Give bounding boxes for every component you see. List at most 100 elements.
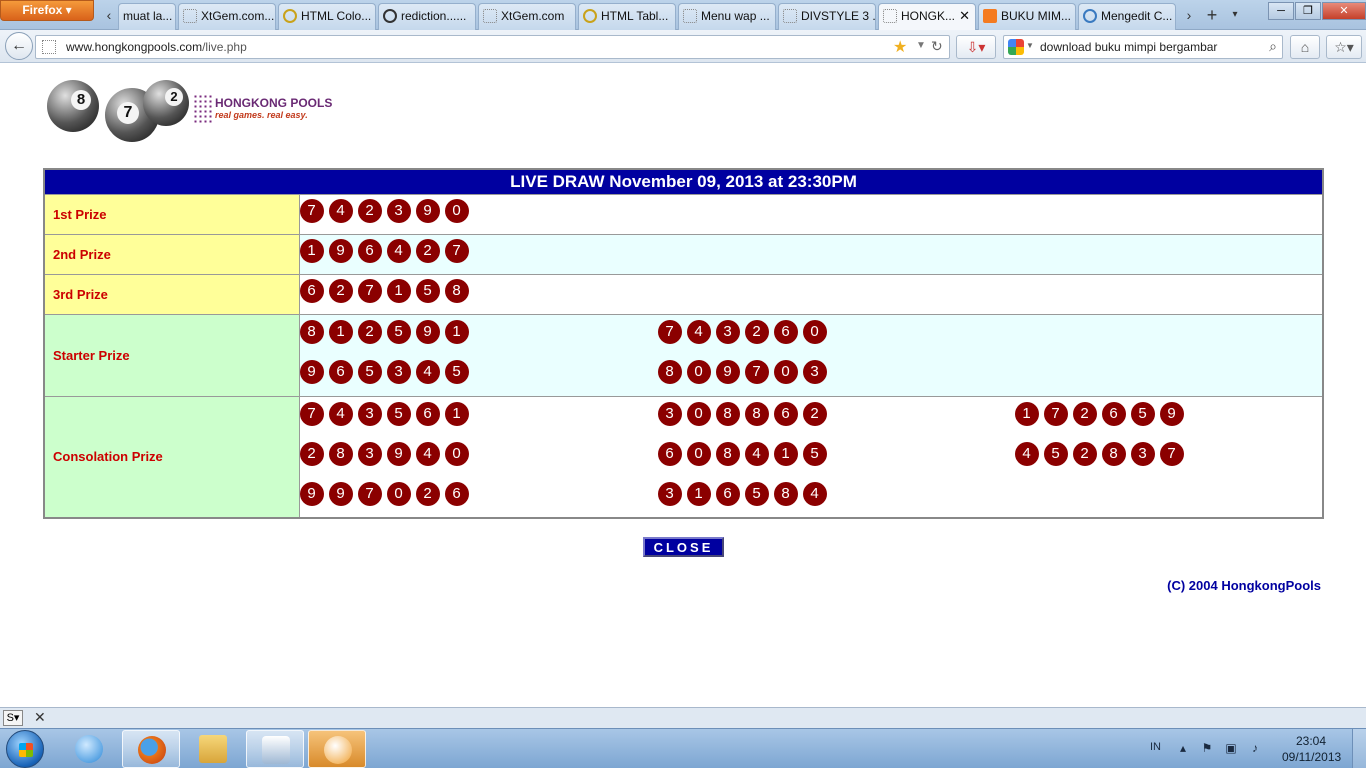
prize-row-consolation: Consolation Prize 743561 308862 172659 2… [43, 395, 1324, 519]
number-ball: 4 [686, 319, 711, 344]
start-button[interactable] [6, 730, 44, 768]
billiard-ball-icon: 2 [143, 80, 189, 126]
tab[interactable]: DIVSTYLE 3 ... [778, 3, 876, 30]
close-button[interactable]: CLOSE [643, 537, 724, 557]
number-ball: 5 [357, 359, 382, 384]
tab[interactable]: HTML Colo... [278, 3, 376, 30]
number-ball: 3 [357, 401, 382, 426]
tab[interactable]: muat la... [118, 3, 176, 30]
taskbar-app[interactable] [60, 730, 118, 768]
close-tab-icon[interactable]: ✕ [959, 4, 970, 28]
number-ball: 2 [299, 441, 324, 466]
tab-label: BUKU MIM... [1001, 9, 1072, 23]
google-icon[interactable] [1008, 39, 1024, 55]
url-bar[interactable]: www.hongkongpools.com/live.php ★ ▼ ↻ [35, 35, 950, 59]
number-ball: 8 [744, 401, 769, 426]
number-ball: 3 [657, 481, 682, 506]
logo-dots-icon [193, 94, 213, 124]
tab-label: HTML Colo... [301, 9, 372, 23]
show-desktop-button[interactable] [1352, 729, 1366, 768]
number-set: 965345 [299, 359, 469, 384]
number-ball: 6 [715, 481, 740, 506]
search-input[interactable] [1040, 39, 1260, 55]
network-icon[interactable]: ▣ [1224, 741, 1238, 755]
search-bar[interactable]: ▼ ⌕ [1003, 35, 1283, 59]
site-identity-icon[interactable] [42, 40, 56, 54]
minimize-icon[interactable]: ─ [1268, 2, 1294, 20]
back-arrow-icon[interactable]: ← [5, 32, 33, 60]
number-ball: 9 [328, 238, 353, 263]
number-set: 308862 [657, 401, 827, 426]
language-indicator[interactable]: IN [1150, 741, 1161, 753]
tab-label: HONGK... [901, 9, 956, 23]
tab[interactable]: Menu wap ... [678, 3, 776, 30]
taskbar-app[interactable] [308, 730, 366, 768]
tab[interactable]: rediction...... [378, 3, 476, 30]
restore-icon[interactable]: ❐ [1295, 2, 1321, 20]
number-ball: 5 [386, 319, 411, 344]
list-tabs-icon[interactable]: ▾ [1226, 6, 1244, 24]
number-ball: 9 [328, 481, 353, 506]
folder-icon [199, 735, 227, 763]
action-center-flag-icon[interactable]: ⚑ [1200, 741, 1214, 755]
history-dropdown-icon[interactable]: ▼ [916, 40, 926, 51]
prize-label: 3rd Prize [43, 273, 300, 315]
taskbar-app[interactable] [246, 730, 304, 768]
number-ball: 2 [744, 319, 769, 344]
clock[interactable]: 23:04 09/11/2013 [1282, 733, 1341, 765]
number-ball: 8 [1101, 441, 1126, 466]
hongkong-pools-logo: 8 7 2 HONGKONG POOLS real games. real ea… [45, 78, 332, 144]
copyright-text: (C) 2004 HongkongPools [1167, 578, 1321, 593]
new-tab-icon[interactable]: + [1203, 6, 1221, 24]
tab[interactable]: BUKU MIM... [978, 3, 1076, 30]
number-ball: 9 [1159, 401, 1184, 426]
number-ball: 5 [415, 278, 440, 303]
number-ball: 6 [773, 401, 798, 426]
prize-label: 2nd Prize [43, 233, 300, 275]
bookmarks-menu-icon[interactable]: ☆▾ [1326, 35, 1362, 59]
number-ball: 4 [328, 401, 353, 426]
number-ball: 8 [299, 319, 324, 344]
tab[interactable]: XtGem.com [478, 3, 576, 30]
number-ball: 9 [299, 481, 324, 506]
bookmark-star-icon[interactable]: ★ [893, 37, 907, 57]
tab[interactable]: Mengedit C... [1078, 3, 1176, 30]
addon-menu-icon[interactable]: S▾ [3, 710, 23, 726]
taskbar: IN ▴ ⚑ ▣ ♪ 23:04 09/11/2013 [0, 728, 1366, 768]
number-ball: 7 [357, 481, 382, 506]
tab-active[interactable]: HONGK... ✕ [878, 3, 976, 30]
taskbar-app-firefox[interactable] [122, 730, 180, 768]
number-set: 743561 [299, 401, 469, 426]
search-engine-dropdown-icon[interactable]: ▼ [1026, 41, 1034, 50]
reload-icon[interactable]: ↻ [931, 38, 943, 55]
taskbar-app[interactable] [184, 730, 242, 768]
number-ball: 2 [357, 319, 382, 344]
tab-scroll-right-icon[interactable]: › [1180, 6, 1198, 24]
close-window-icon[interactable]: ✕ [1322, 2, 1366, 20]
page-icon [483, 9, 497, 23]
addon-bar: S▾ ✕ [0, 707, 1366, 728]
number-ball: 2 [357, 198, 382, 223]
tab-scroll-left-icon[interactable]: ‹ [100, 6, 118, 24]
show-hidden-icons-icon[interactable]: ▴ [1176, 741, 1190, 755]
search-icon[interactable]: ⌕ [1269, 38, 1277, 55]
firefox-menu-button[interactable]: Firefox ▾ [0, 0, 94, 21]
number-ball: 6 [444, 481, 469, 506]
page-icon [583, 9, 597, 23]
number-ball: 1 [686, 481, 711, 506]
url-path: /live.php [202, 40, 247, 54]
close-addon-bar-icon[interactable]: ✕ [34, 709, 46, 726]
tab[interactable]: HTML Tabl... [578, 3, 676, 30]
volume-icon[interactable]: ♪ [1248, 741, 1262, 755]
number-ball: 2 [1072, 401, 1097, 426]
ball-number: 7 [117, 102, 139, 124]
billiard-ball-icon: 8 [47, 80, 99, 132]
download-icon[interactable]: ⇩▾ [956, 35, 996, 59]
tab-label: rediction...... [401, 9, 467, 23]
number-ball: 4 [415, 359, 440, 384]
home-icon[interactable]: ⌂ [1290, 35, 1320, 59]
number-set: 809703 [657, 359, 827, 384]
tab[interactable]: XtGem.com... [178, 3, 276, 30]
url-text[interactable]: www.hongkongpools.com/live.php [66, 40, 247, 54]
number-ball: 2 [415, 238, 440, 263]
